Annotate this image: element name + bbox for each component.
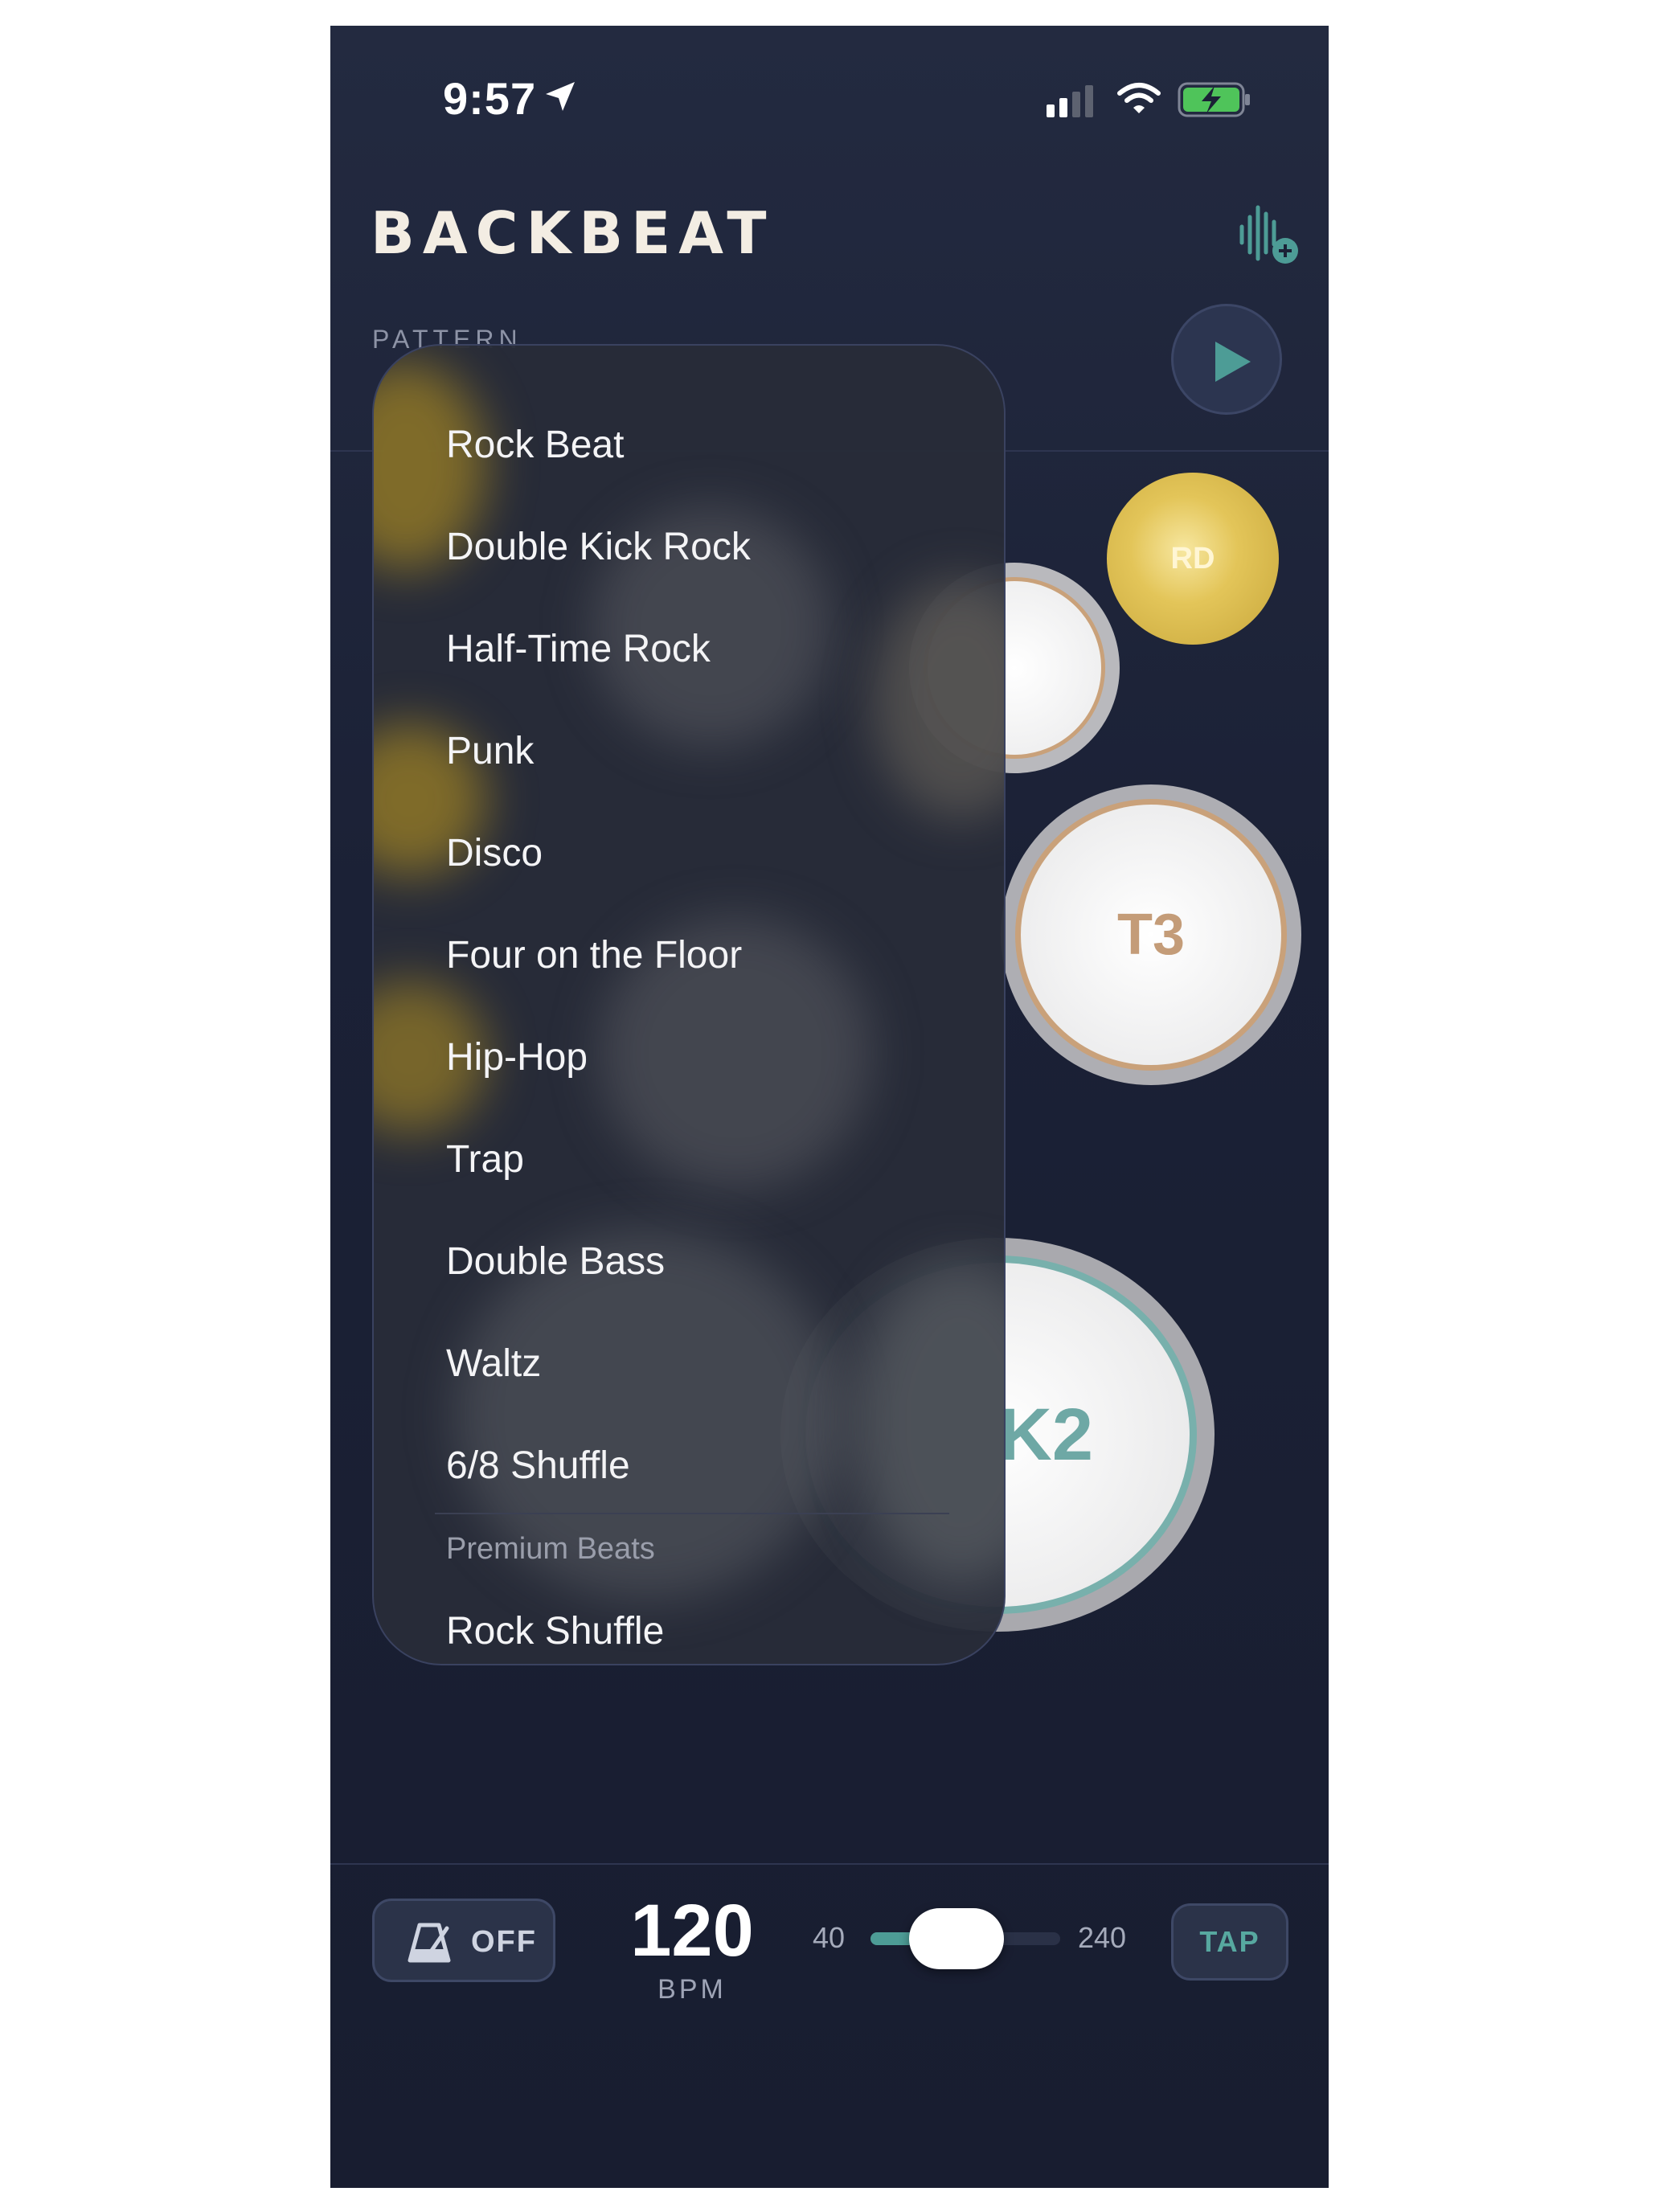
menu-item-trap[interactable]: Trap bbox=[446, 1137, 524, 1182]
wifi-icon bbox=[1117, 83, 1161, 113]
premium-section-header: Premium Beats bbox=[446, 1532, 655, 1566]
drum-label-ride: RD bbox=[1170, 541, 1215, 576]
location-arrow-icon bbox=[546, 82, 575, 111]
bpm-value: 120 bbox=[630, 1890, 754, 1972]
app-logo-title: BACKBEAT bbox=[371, 199, 775, 267]
controls-divider bbox=[330, 1863, 1329, 1865]
menu-blur-blob bbox=[872, 579, 1004, 820]
metronome-icon bbox=[408, 1923, 451, 1963]
menu-item-double-kick-rock[interactable]: Double Kick Rock bbox=[446, 525, 751, 569]
menu-item-punk[interactable]: Punk bbox=[446, 729, 534, 773]
pattern-dropdown-menu: Rock Beat Double Kick Rock Half-Time Roc… bbox=[372, 344, 1006, 1665]
menu-item-6-8-shuffle[interactable]: 6/8 Shuffle bbox=[446, 1444, 630, 1488]
drum-label-tom3: T3 bbox=[1015, 799, 1287, 1071]
status-time: 9:57 bbox=[443, 73, 537, 124]
menu-item-hip-hop[interactable]: Hip-Hop bbox=[446, 1035, 588, 1079]
drum-pad-ride[interactable]: RD bbox=[1107, 473, 1279, 645]
drum-pad-tom3[interactable]: T3 bbox=[1001, 784, 1301, 1085]
metronome-state-label: OFF bbox=[471, 1925, 537, 1959]
bpm-max-label: 240 bbox=[1078, 1921, 1127, 1954]
menu-item-four-on-the-floor[interactable]: Four on the Floor bbox=[446, 933, 742, 977]
add-sound-icon[interactable] bbox=[1237, 203, 1305, 270]
menu-divider bbox=[435, 1513, 949, 1514]
tap-tempo-button[interactable]: TAP bbox=[1171, 1903, 1288, 1981]
menu-item-rock-beat[interactable]: Rock Beat bbox=[446, 423, 624, 467]
battery-charging-icon bbox=[1178, 82, 1250, 117]
menu-blur-blob bbox=[856, 1262, 1004, 1583]
tempo-slider-thumb[interactable] bbox=[909, 1908, 1004, 1969]
menu-item-half-time-rock[interactable]: Half-Time Rock bbox=[446, 627, 711, 671]
menu-item-disco[interactable]: Disco bbox=[446, 831, 543, 875]
app-screen: 9:57 BACKBEAT PATTERN RD T3 K2 Rock Beat… bbox=[330, 26, 1329, 2188]
menu-item-waltz[interactable]: Waltz bbox=[446, 1342, 541, 1386]
menu-item-double-bass[interactable]: Double Bass bbox=[446, 1239, 665, 1284]
menu-item-rock-shuffle[interactable]: Rock Shuffle bbox=[446, 1609, 664, 1653]
play-button[interactable] bbox=[1171, 304, 1282, 415]
bpm-unit-label: BPM bbox=[657, 1974, 727, 2005]
bpm-min-label: 40 bbox=[813, 1921, 846, 1954]
metronome-toggle-button[interactable]: OFF bbox=[372, 1899, 555, 1982]
cellular-signal-icon bbox=[1047, 85, 1093, 117]
play-icon bbox=[1215, 342, 1251, 382]
